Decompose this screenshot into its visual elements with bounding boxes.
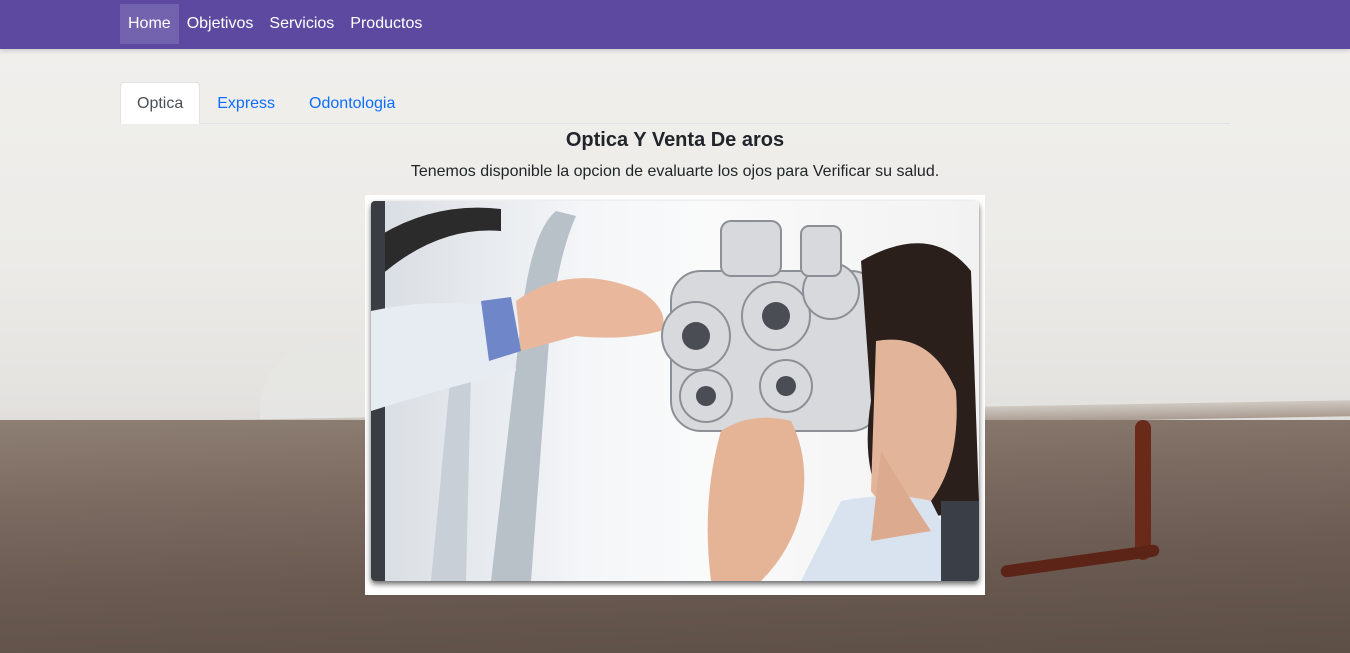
main-content: Optica Express Odontologia Optica Y Vent… (120, 82, 1230, 182)
navbar: Home Objetivos Servicios Productos (0, 0, 1350, 49)
panel-description: Tenemos disponible la opcion de evaluart… (410, 163, 940, 180)
eye-exam-photo-frame (365, 195, 985, 595)
tab-express[interactable]: Express (200, 82, 292, 124)
tab-optica[interactable]: Optica (120, 82, 201, 124)
tab-odontologia[interactable]: Odontologia (292, 82, 412, 124)
eye-exam-photo (371, 201, 979, 581)
tab-bar: Optica Express Odontologia (120, 82, 1230, 124)
nav-item-objetivos[interactable]: Objetivos (179, 4, 262, 44)
nav-item-servicios[interactable]: Servicios (261, 4, 342, 44)
nav-item-productos[interactable]: Productos (342, 4, 430, 44)
panel-title: Optica Y Venta De aros (565, 129, 785, 151)
eye-exam-illustration (371, 201, 979, 581)
nav-item-home[interactable]: Home (120, 4, 179, 44)
nav-list: Home Objetivos Servicios Productos (120, 4, 430, 44)
background-glasses (1135, 420, 1151, 560)
